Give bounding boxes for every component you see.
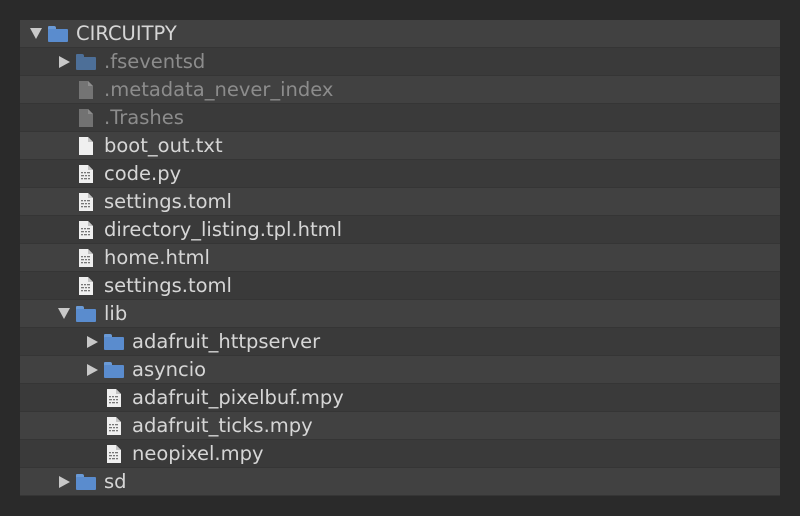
disclosure-collapsed-icon[interactable] xyxy=(56,474,72,490)
code-file-icon xyxy=(79,276,93,295)
code-file-icon xyxy=(79,192,93,211)
file-row[interactable]: settings.toml xyxy=(20,272,780,300)
code-file-icon xyxy=(79,220,93,239)
file-name: settings.toml xyxy=(104,190,232,213)
folder-row[interactable]: asyncio xyxy=(20,356,780,384)
code-file-icon xyxy=(79,248,93,267)
folder-icon xyxy=(104,361,124,378)
disclosure-collapsed-icon[interactable] xyxy=(84,362,100,378)
disclosure-collapsed-icon[interactable] xyxy=(56,54,72,70)
folder-row[interactable]: lib xyxy=(20,300,780,328)
folder-name: asyncio xyxy=(132,358,207,381)
folder-row[interactable]: adafruit_httpserver xyxy=(20,328,780,356)
folder-icon xyxy=(76,473,96,490)
folder-row[interactable]: CIRCUITPY xyxy=(20,20,780,48)
file-name: neopixel.mpy xyxy=(132,442,264,465)
folder-row[interactable]: sd xyxy=(20,468,780,496)
file-name: adafruit_pixelbuf.mpy xyxy=(132,386,344,409)
text-file-icon xyxy=(79,136,93,155)
folder-icon xyxy=(76,53,96,70)
folder-icon xyxy=(76,305,96,322)
disclosure-collapsed-icon[interactable] xyxy=(84,334,100,350)
file-tree-panel: CIRCUITPY .fseventsd .metadata_never_index… xyxy=(20,20,780,496)
file-name: home.html xyxy=(104,246,210,269)
file-row[interactable]: boot_out.txt xyxy=(20,132,780,160)
file-row[interactable]: adafruit_ticks.mpy xyxy=(20,412,780,440)
code-file-icon xyxy=(107,388,121,407)
disclosure-expanded-icon[interactable] xyxy=(56,306,72,322)
file-row[interactable]: settings.toml xyxy=(20,188,780,216)
file-row[interactable]: home.html xyxy=(20,244,780,272)
gray-file-icon xyxy=(79,80,93,99)
folder-name: lib xyxy=(104,302,128,325)
file-row[interactable]: code.py xyxy=(20,160,780,188)
code-file-icon xyxy=(107,416,121,435)
file-name: directory_listing.tpl.html xyxy=(104,218,343,241)
folder-name: .fseventsd xyxy=(104,50,206,73)
folder-name: CIRCUITPY xyxy=(76,22,177,45)
gray-file-icon xyxy=(79,108,93,127)
file-name: adafruit_ticks.mpy xyxy=(132,414,313,437)
folder-icon xyxy=(104,333,124,350)
file-name: settings.toml xyxy=(104,274,232,297)
file-row[interactable]: adafruit_pixelbuf.mpy xyxy=(20,384,780,412)
file-name: .Trashes xyxy=(104,106,184,129)
file-name: code.py xyxy=(104,162,182,185)
code-file-icon xyxy=(79,164,93,183)
file-row[interactable]: .metadata_never_index xyxy=(20,76,780,104)
code-file-icon xyxy=(107,444,121,463)
folder-icon xyxy=(48,25,68,42)
folder-row[interactable]: .fseventsd xyxy=(20,48,780,76)
disclosure-expanded-icon[interactable] xyxy=(28,26,44,42)
file-row[interactable]: .Trashes xyxy=(20,104,780,132)
file-tree: CIRCUITPY .fseventsd .metadata_never_index… xyxy=(20,20,780,496)
folder-name: adafruit_httpserver xyxy=(132,330,321,353)
file-name: boot_out.txt xyxy=(104,134,223,157)
folder-name: sd xyxy=(104,470,127,493)
file-row[interactable]: neopixel.mpy xyxy=(20,440,780,468)
file-name: .metadata_never_index xyxy=(104,78,334,101)
file-row[interactable]: directory_listing.tpl.html xyxy=(20,216,780,244)
